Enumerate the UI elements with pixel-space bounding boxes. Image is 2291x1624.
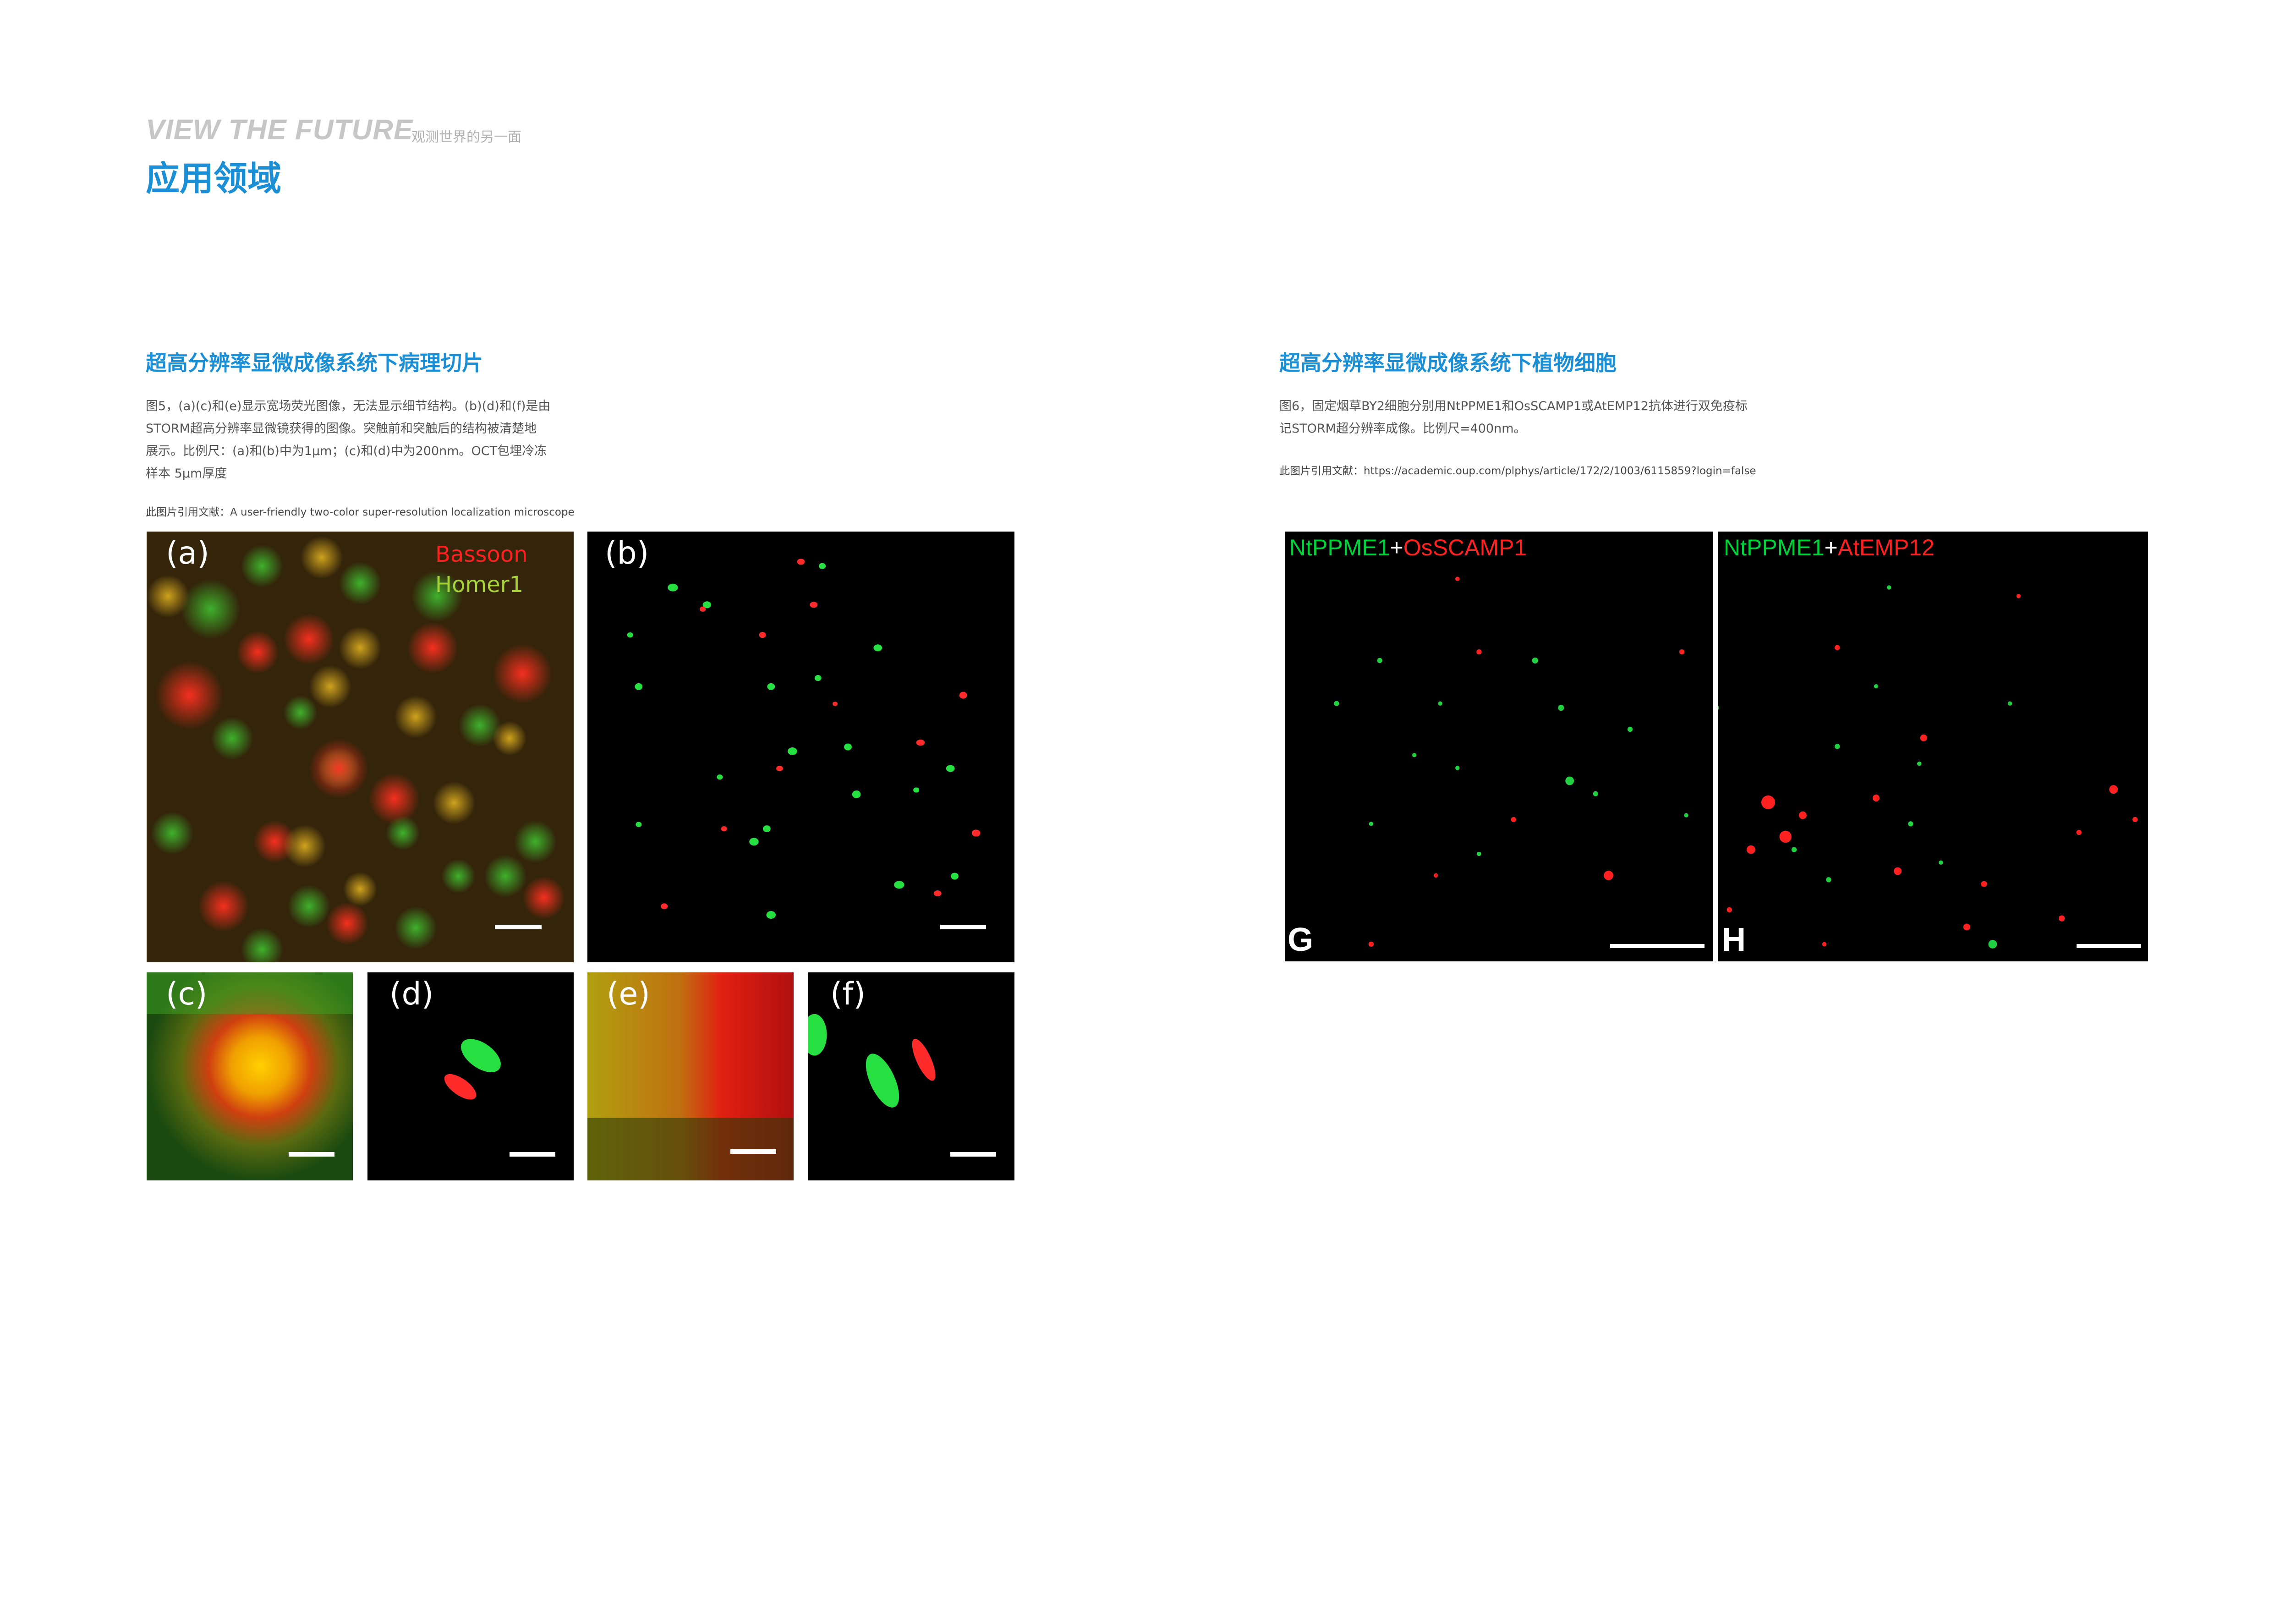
slogan-subtitle: 观测世界的另一面 bbox=[411, 129, 521, 145]
micrograph-panel-b: (b) bbox=[587, 532, 1014, 962]
section-title-plant-cells: 超高分辨率显微成像系统下植物细胞 bbox=[1279, 351, 1617, 375]
caption-line: 记STORM超分辨率成像。比例尺=400nm。 bbox=[1279, 422, 1526, 436]
label-plus: + bbox=[1390, 535, 1403, 560]
section-title-pathology: 超高分辨率显微成像系统下病理切片 bbox=[146, 351, 483, 375]
caption-fig5: 图5，(a)(c)和(e)显示宽场荧光图像，无法显示细节结构。(b)(d)和(f… bbox=[146, 395, 595, 485]
panel-label-f: (f) bbox=[830, 976, 866, 1012]
label-panel-h: NtPPME1+AtEMP12 bbox=[1724, 534, 1935, 561]
scale-bar bbox=[730, 1149, 776, 1154]
label-green-marker: NtPPME1 bbox=[1289, 535, 1390, 560]
caption-line: 图5，(a)(c)和(e)显示宽场荧光图像，无法显示细节结构。(b)(d)和(f… bbox=[146, 399, 551, 413]
panel-label-a: (a) bbox=[166, 535, 209, 571]
micrograph-panel-a: (a) Bassoon Homer1 bbox=[147, 532, 574, 962]
scale-bar bbox=[2077, 944, 2141, 948]
panel-label-d: (d) bbox=[389, 976, 434, 1012]
label-green-marker: NtPPME1 bbox=[1724, 535, 1825, 560]
panel-letter-h: H bbox=[1722, 922, 1746, 958]
legend-bassoon: Bassoon bbox=[435, 542, 528, 567]
scale-bar bbox=[510, 1152, 555, 1157]
scale-bar bbox=[940, 925, 986, 929]
reference-fig6: 此图片引用文献：https://academic.oup.com/plphys/… bbox=[1279, 465, 1756, 477]
label-red-marker: AtEMP12 bbox=[1837, 535, 1935, 560]
label-panel-g: NtPPME1+OsSCAMP1 bbox=[1289, 534, 1527, 561]
caption-line: 图6，固定烟草BY2细胞分别用NtPPME1和OsSCAMP1或AtEMP12抗… bbox=[1279, 399, 1748, 413]
reference-fig5: 此图片引用文献：A user-friendly two-color super-… bbox=[146, 506, 575, 518]
label-plus: + bbox=[1824, 535, 1838, 560]
scale-bar bbox=[950, 1152, 996, 1157]
micrograph-panel-d: (d) bbox=[367, 972, 574, 1180]
scale-bar bbox=[495, 925, 542, 929]
panel-label-c: (c) bbox=[166, 976, 208, 1012]
scale-bar bbox=[1610, 944, 1705, 948]
micrograph-panel-c: (c) bbox=[147, 972, 353, 1180]
caption-line: 展示。比例尺：(a)和(b)中为1μm；(c)和(d)中为200nm。OCT包埋… bbox=[146, 444, 547, 458]
micrograph-panel-f: (f) bbox=[808, 972, 1014, 1180]
caption-line: STORM超高分辨率显微镜获得的图像。突触前和突触后的结构被清楚地 bbox=[146, 422, 537, 436]
micrograph-plant-composite: NtPPME1+OsSCAMP1 NtPPME1+AtEMP12 G H bbox=[1285, 532, 2148, 961]
label-red-marker: OsSCAMP1 bbox=[1403, 535, 1527, 560]
panel-divider bbox=[1713, 532, 1718, 961]
micrograph-panel-e: (e) bbox=[587, 972, 794, 1180]
legend-homer1: Homer1 bbox=[435, 572, 524, 598]
panel-label-e: (e) bbox=[607, 976, 650, 1012]
scale-bar bbox=[289, 1152, 334, 1157]
micrograph-b-image bbox=[587, 532, 1014, 962]
page-title: 应用领域 bbox=[146, 159, 281, 198]
panel-letter-g: G bbox=[1288, 922, 1314, 958]
slogan: VIEW THE FUTURE bbox=[146, 114, 413, 146]
panel-label-b: (b) bbox=[605, 535, 649, 571]
caption-line: 样本 5μm厚度 bbox=[146, 466, 227, 481]
caption-fig6: 图6，固定烟草BY2细胞分别用NtPPME1和OsSCAMP1或AtEMP12抗… bbox=[1279, 395, 1829, 440]
